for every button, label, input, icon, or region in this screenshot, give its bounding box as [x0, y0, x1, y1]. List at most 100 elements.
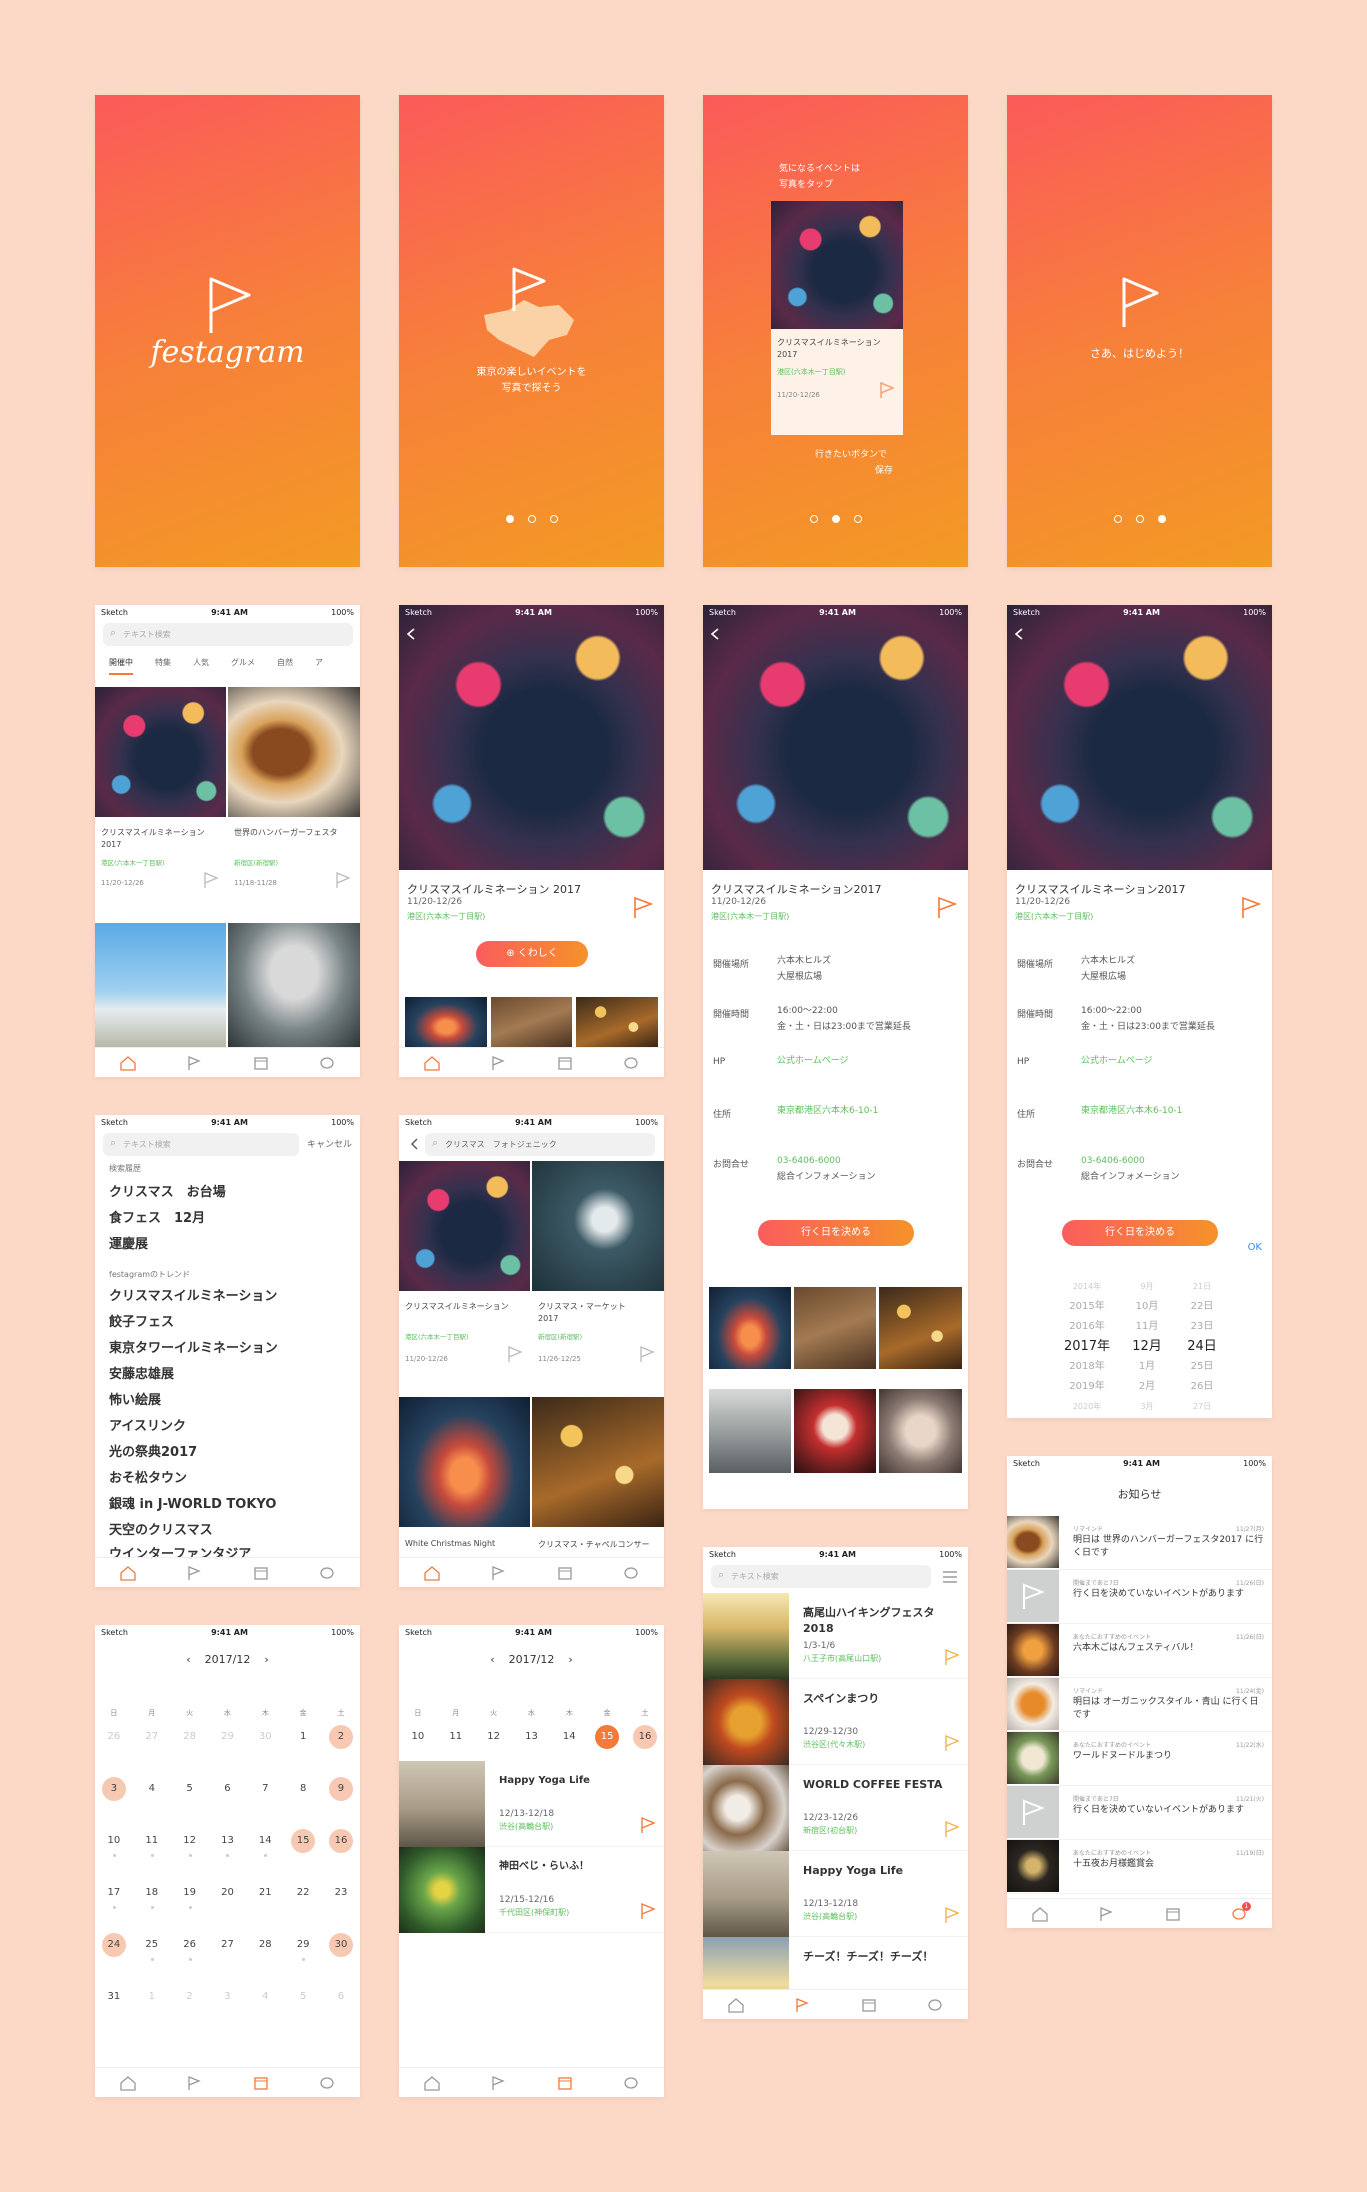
list-item[interactable]: 高尾山ハイキングフェスタ 2018 1/3-1/6 八王子市(高尾山口駅) [703, 1593, 968, 1679]
back-icon[interactable] [405, 627, 419, 641]
tab-ongoing[interactable]: 開催中 [109, 657, 133, 675]
calendar-icon[interactable] [1163, 1905, 1183, 1923]
trend-item[interactable]: クリスマスイルミネーション [109, 1285, 277, 1304]
history-item[interactable]: 運慶展 [109, 1233, 148, 1252]
flag-icon[interactable] [944, 1906, 960, 1924]
chat-icon[interactable] [317, 2074, 337, 2092]
flag-icon[interactable] [335, 871, 351, 889]
search-input[interactable]: テキスト検索 [103, 623, 353, 646]
instagram-photo[interactable] [794, 1287, 876, 1369]
chat-icon[interactable] [317, 1564, 337, 1582]
notification-item[interactable]: リマインド 11/24(金) 明日は オーガニックスタイル・青山 に行く日です [1007, 1678, 1272, 1732]
calendar-icon[interactable] [859, 1996, 879, 2014]
flag-icon[interactable] [632, 895, 654, 919]
instagram-photo[interactable] [709, 1389, 791, 1473]
cancel-button[interactable]: キャンセル [307, 1137, 352, 1150]
chat-icon[interactable] [925, 1996, 945, 2014]
instagram-photo[interactable] [879, 1287, 962, 1369]
trend-item[interactable]: アイスリンク [109, 1415, 186, 1434]
tab-popular[interactable]: 人気 [193, 657, 209, 675]
instagram-photo[interactable] [709, 1287, 791, 1369]
flag-icon[interactable] [639, 1345, 655, 1363]
ok-button[interactable]: OK [1248, 1242, 1262, 1253]
date-picker[interactable]: 2014年 2015年 2016年 2017年 2018年 2019年 2020年 9月 10… [1007, 1277, 1272, 1413]
home-icon[interactable] [118, 1564, 138, 1582]
calendar-week[interactable]: 10 11 12 13 14 15 16 [95, 1829, 360, 1857]
calendar-week[interactable]: 26 27 28 29 30 1 2 [95, 1725, 360, 1749]
next-month-icon[interactable]: › [264, 1653, 268, 1666]
address-link[interactable]: 東京都港区六本木6-10-1 [1081, 1103, 1182, 1119]
home-icon[interactable] [1030, 1905, 1050, 1923]
trend-item[interactable]: 怖い絵展 [109, 1389, 161, 1408]
notification-item[interactable]: あなたにおすすめのイベント 11/22(水) ワールドヌードルまつり [1007, 1732, 1272, 1786]
list-item[interactable]: スペインまつり 12/29-12/30 渋谷区(代々木駅) [703, 1679, 968, 1765]
event-photo[interactable] [228, 923, 360, 1047]
search-input[interactable]: テキスト検索 [103, 1133, 299, 1156]
home-icon[interactable] [118, 1054, 138, 1072]
home-icon[interactable] [422, 2074, 442, 2092]
prev-month-icon[interactable]: ‹ [490, 1653, 494, 1666]
flag-tab-icon[interactable] [488, 1054, 508, 1072]
event-photo[interactable] [532, 1161, 664, 1291]
decide-date-button[interactable]: 行く日を決める [758, 1220, 914, 1246]
calendar-week[interactable]: 31 1 2 3 4 5 6 [95, 1985, 360, 2009]
prev-month-icon[interactable]: ‹ [186, 1653, 190, 1666]
event-photo[interactable] [532, 1397, 664, 1527]
day-event-item[interactable]: 神田べじ・らいふ！ 12/15-12/16 千代田区(神保町駅) [399, 1847, 664, 1933]
flag-icon[interactable] [944, 1820, 960, 1838]
flag-icon[interactable] [944, 1648, 960, 1666]
more-button[interactable]: ⊕ くわしく [476, 941, 588, 967]
chat-icon[interactable] [621, 1054, 641, 1072]
flag-tab-icon[interactable] [792, 1996, 812, 2014]
flag-tab-icon[interactable] [488, 2074, 508, 2092]
notification-item[interactable]: リマインド 11/27(月) 明日は 世界のハンバーガーフェスタ2017 に行く… [1007, 1516, 1272, 1570]
event-photo[interactable] [95, 687, 226, 817]
phone-link[interactable]: 03-6406-6000 [777, 1153, 876, 1169]
chat-icon[interactable]: 1 [1229, 1901, 1251, 1923]
instagram-photo[interactable] [576, 997, 659, 1047]
address-link[interactable]: 東京都港区六本木6-10-1 [777, 1103, 878, 1119]
flag-icon[interactable] [507, 1345, 523, 1363]
home-icon[interactable] [422, 1054, 442, 1072]
phone-link[interactable]: 03-6406-6000 [1081, 1153, 1180, 1169]
event-photo[interactable] [95, 923, 226, 1047]
calendar-week[interactable]: 17 18 19 20 21 22 23 [95, 1881, 360, 1909]
notification-item[interactable]: あなたにおすすめのイベント 11/19(日) 十五夜お月様鑑賞会 [1007, 1840, 1272, 1894]
flag-icon[interactable] [1240, 895, 1262, 919]
search-input[interactable]: テキスト検索 [711, 1565, 931, 1588]
list-item[interactable]: WORLD COFFEE FESTA 12/23-12/26 新宿区(初台駅) [703, 1765, 968, 1851]
history-item[interactable]: 食フェス 12月 [109, 1207, 205, 1226]
home-icon[interactable] [422, 1564, 442, 1582]
tab-nature[interactable]: 自然 [277, 657, 293, 675]
trend-item[interactable]: 東京タワーイルミネーション [109, 1337, 278, 1356]
event-photo[interactable] [399, 1397, 530, 1527]
back-icon[interactable] [709, 627, 723, 641]
back-icon[interactable] [409, 1137, 421, 1151]
homepage-link[interactable]: 公式ホームページ [777, 1053, 849, 1069]
calendar-week[interactable]: 3456789 [95, 1777, 360, 1801]
flag-icon[interactable] [640, 1816, 656, 1834]
search-input[interactable]: クリスマス フォトジェニック [425, 1133, 655, 1156]
calendar-icon[interactable] [555, 1564, 575, 1582]
instagram-photo[interactable] [490, 997, 573, 1047]
flag-tab-icon[interactable] [184, 1054, 204, 1072]
flag-icon[interactable] [944, 1734, 960, 1752]
notification-item[interactable]: 開催まであと7日 11/26(日) 行く日を決めていないイベントがあります [1007, 1570, 1272, 1624]
trend-item[interactable]: 光の祭典2017 [109, 1441, 197, 1460]
tab-special[interactable]: 特集 [155, 657, 171, 675]
chat-icon[interactable] [621, 1564, 641, 1582]
trend-item[interactable]: おそ松タウン [109, 1467, 187, 1486]
next-month-icon[interactable]: › [568, 1653, 572, 1666]
home-icon[interactable] [726, 1996, 746, 2014]
flag-tab-icon[interactable] [184, 1564, 204, 1582]
trend-item[interactable]: 銀魂 in J-WORLD TOKYO [109, 1493, 276, 1512]
event-photo[interactable] [399, 1161, 530, 1291]
calendar-icon[interactable] [251, 1564, 271, 1582]
chat-icon[interactable] [621, 2074, 641, 2092]
calendar-icon[interactable] [555, 2074, 575, 2092]
calendar-icon[interactable] [251, 2074, 271, 2092]
event-photo[interactable] [228, 687, 360, 817]
flag-icon[interactable] [879, 381, 895, 399]
calendar-icon[interactable] [251, 1054, 271, 1072]
homepage-link[interactable]: 公式ホームページ [1081, 1053, 1153, 1069]
